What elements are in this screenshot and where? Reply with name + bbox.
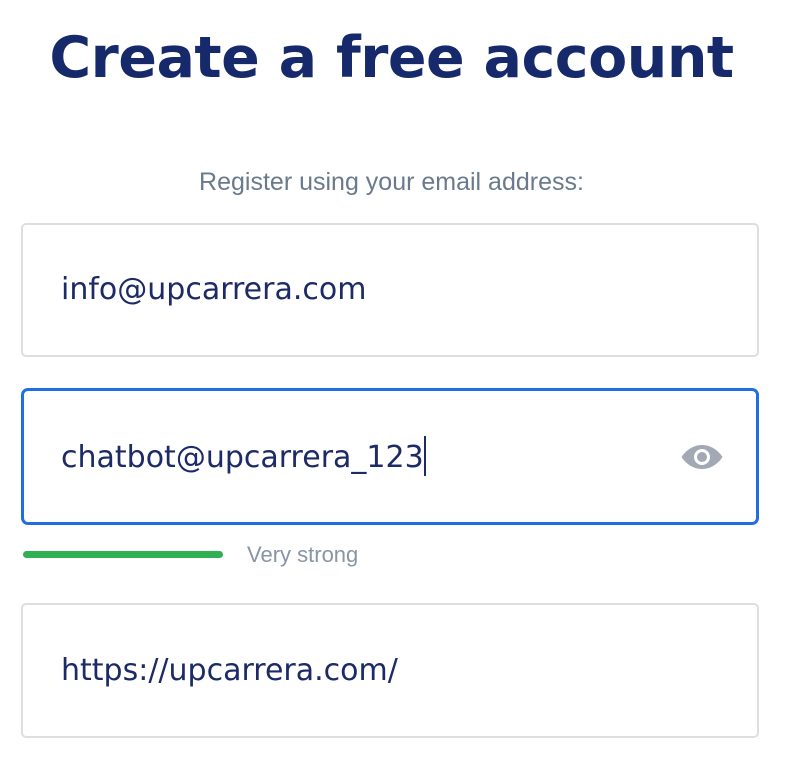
password-text: chatbot@upcarrera_123 — [61, 439, 424, 475]
password-field[interactable]: chatbot@upcarrera_123 — [21, 388, 759, 525]
password-field-value: chatbot@upcarrera_123 — [61, 435, 426, 478]
page-title: Create a free account — [49, 25, 734, 91]
email-field[interactable]: info@upcarrera.com — [21, 223, 759, 357]
password-strength-bar — [23, 551, 223, 558]
show-password-button[interactable] — [680, 442, 724, 472]
password-strength-label: Very strong — [247, 542, 359, 567]
password-strength-fill — [23, 551, 223, 558]
form-subtitle: Register using your email address: — [199, 168, 584, 196]
email-field-value: info@upcarrera.com — [61, 272, 367, 307]
website-field[interactable]: https://upcarrera.com/ — [21, 603, 759, 738]
website-field-value: https://upcarrera.com/ — [61, 652, 398, 688]
eye-icon — [681, 444, 723, 469]
text-caret — [423, 435, 426, 476]
